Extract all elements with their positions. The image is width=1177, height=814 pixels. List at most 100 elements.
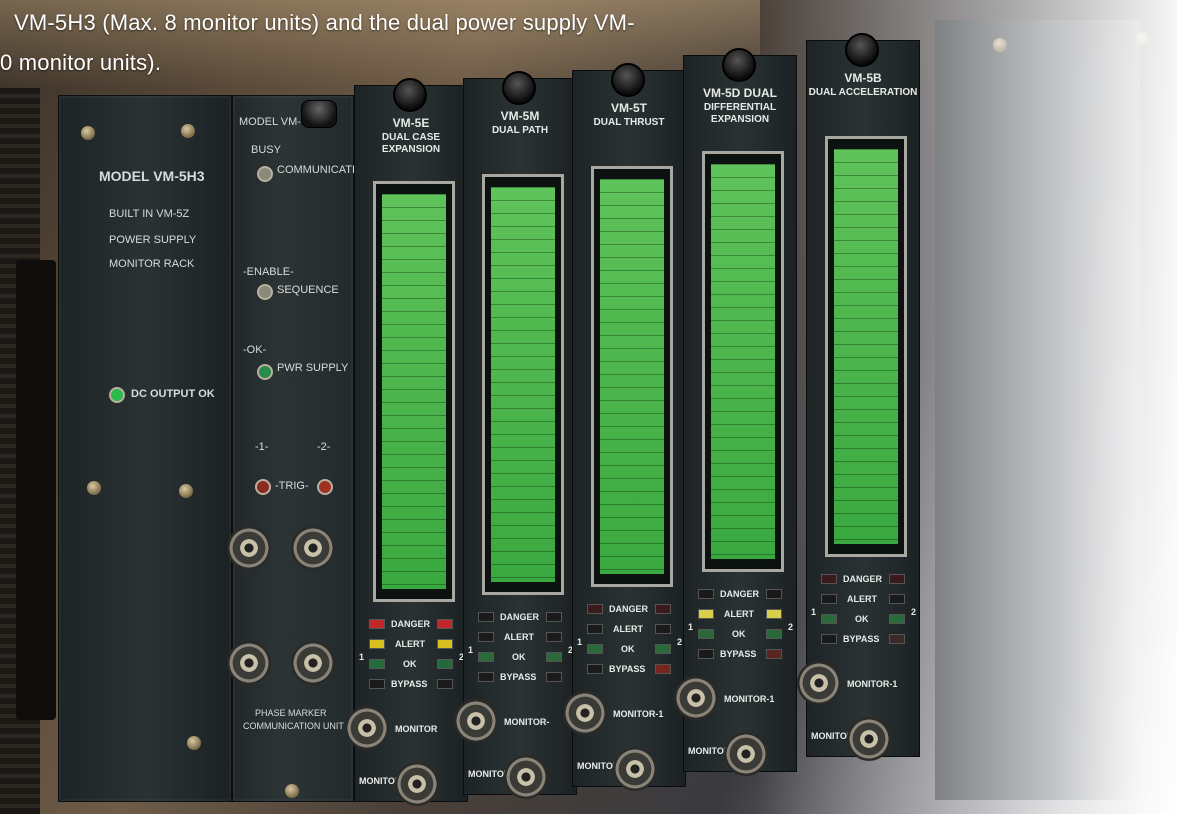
channel-1-label: 1 [688, 622, 694, 632]
screw [179, 484, 193, 498]
danger-label: DANGER [391, 619, 431, 629]
module-title: VM-5B [844, 71, 882, 85]
bnc-connector[interactable] [504, 755, 548, 799]
alert-led-1 [587, 624, 603, 634]
bnc-connector[interactable] [291, 641, 335, 685]
bnc-connector[interactable] [395, 762, 439, 806]
busy-led [257, 166, 273, 182]
alert-label: ALERT [724, 609, 754, 619]
trig-led-1 [255, 479, 271, 495]
phase-marker-label: PHASE MARKER [255, 708, 327, 718]
alert-led-2 [766, 609, 782, 619]
pwr-supply-led [257, 364, 273, 380]
monitor-label-a: MONITOR-1 [724, 694, 775, 704]
module-knob[interactable] [845, 33, 879, 67]
psu-model-label: MODEL VM-5H3 [99, 168, 205, 184]
monitor-module: VM-5T DUAL THRUST DANGER ALERT 1 2 OK BYPASS MON… [563, 63, 686, 791]
ok-led-2 [655, 644, 671, 654]
ok-led-1 [698, 629, 714, 639]
comm-knob[interactable] [301, 100, 337, 128]
dc-output-led [109, 387, 125, 403]
module-subtitle: DIFFERENTIAL EXPANSION [703, 102, 777, 125]
trig-ch1-label: -1- [255, 441, 269, 453]
danger-led-1 [369, 619, 385, 629]
alert-label: ALERT [847, 594, 877, 604]
ok-led-2 [546, 652, 562, 662]
bnc-connector[interactable] [227, 641, 271, 685]
bnc-connector[interactable] [345, 706, 389, 750]
monitor-label-a: MONITOR- [504, 717, 550, 727]
danger-led-1 [698, 589, 714, 599]
ok-label: OK [403, 659, 417, 669]
bnc-connector[interactable] [454, 699, 498, 743]
monitor-label-a: MONITOR-1 [613, 709, 664, 719]
bnc-connector[interactable] [227, 526, 271, 570]
communication-panel: MODEL VM- BUSY COMMUNICATION -ENABLE- SE… [227, 95, 372, 802]
bnc-connector[interactable] [724, 732, 768, 776]
ok-led-2 [889, 614, 905, 624]
ok-led-2 [766, 629, 782, 639]
bypass-led-1 [369, 679, 385, 689]
bar-ticks [711, 164, 775, 559]
bypass-label: BYPASS [843, 634, 880, 644]
alert-led-2 [437, 639, 453, 649]
ok-led-1 [587, 644, 603, 654]
module-knob[interactable] [722, 48, 756, 82]
dc-output-label: DC OUTPUT OK [131, 388, 215, 400]
module-knob[interactable] [502, 71, 536, 105]
bnc-connector[interactable] [613, 747, 657, 791]
module-subtitle: DUAL PATH [491, 125, 549, 136]
channel-2-label: 2 [788, 622, 794, 632]
bypass-led-1 [821, 634, 837, 644]
bar-ticks [834, 149, 898, 544]
ok-label: OK [621, 644, 635, 654]
alert-led-1 [821, 594, 837, 604]
monitor-module: VM-5E DUAL CASE EXPANSION DANGER ALERT 1 2 OK B… [345, 78, 468, 806]
bnc-connector[interactable] [291, 526, 335, 570]
ok-label: OK [512, 652, 526, 662]
ok-label: OK [732, 629, 746, 639]
ok-led-2 [437, 659, 453, 669]
comm-unit-label: COMMUNICATION UNIT [243, 721, 344, 731]
bar-graph-display [591, 166, 673, 587]
module-knob[interactable] [611, 63, 645, 97]
module-title: VM-5E [392, 116, 430, 130]
ok-led-1 [478, 652, 494, 662]
bnc-connector[interactable] [674, 676, 718, 720]
channel-2-label: 2 [911, 607, 917, 617]
alert-led-1 [478, 632, 494, 642]
danger-led-1 [478, 612, 494, 622]
danger-label: DANGER [609, 604, 649, 614]
sequence-led [257, 284, 273, 300]
bar-graph-display [702, 151, 784, 572]
alert-led-2 [546, 632, 562, 642]
bypass-led-1 [587, 664, 603, 674]
screw [181, 124, 195, 138]
bar-ticks [382, 194, 446, 589]
ok-label: OK [855, 614, 869, 624]
module-title: VM-5M [500, 109, 540, 123]
danger-led-1 [821, 574, 837, 584]
module-knob[interactable] [393, 78, 427, 112]
danger-led-2 [546, 612, 562, 622]
bypass-led-2 [889, 634, 905, 644]
trig-led-2 [317, 479, 333, 495]
ok-label: -OK- [243, 344, 267, 356]
bypass-led-2 [546, 672, 562, 682]
screw [187, 736, 201, 750]
bnc-connector[interactable] [797, 661, 841, 705]
bnc-connector[interactable] [563, 691, 607, 735]
bar-ticks [600, 179, 664, 574]
psu-label-3: MONITOR RACK [109, 258, 195, 270]
alert-led-2 [655, 624, 671, 634]
psu-label-2: POWER SUPPLY [109, 234, 197, 246]
enable-label: -ENABLE- [243, 266, 294, 278]
screw [81, 126, 95, 140]
channel-2-label: 2 [677, 637, 683, 647]
bypass-led-2 [437, 679, 453, 689]
bnc-connector[interactable] [847, 717, 891, 761]
channel-1-label: 1 [577, 637, 583, 647]
danger-label: DANGER [500, 612, 540, 622]
sequence-label: SEQUENCE [277, 284, 339, 296]
bypass-label: BYPASS [500, 672, 537, 682]
